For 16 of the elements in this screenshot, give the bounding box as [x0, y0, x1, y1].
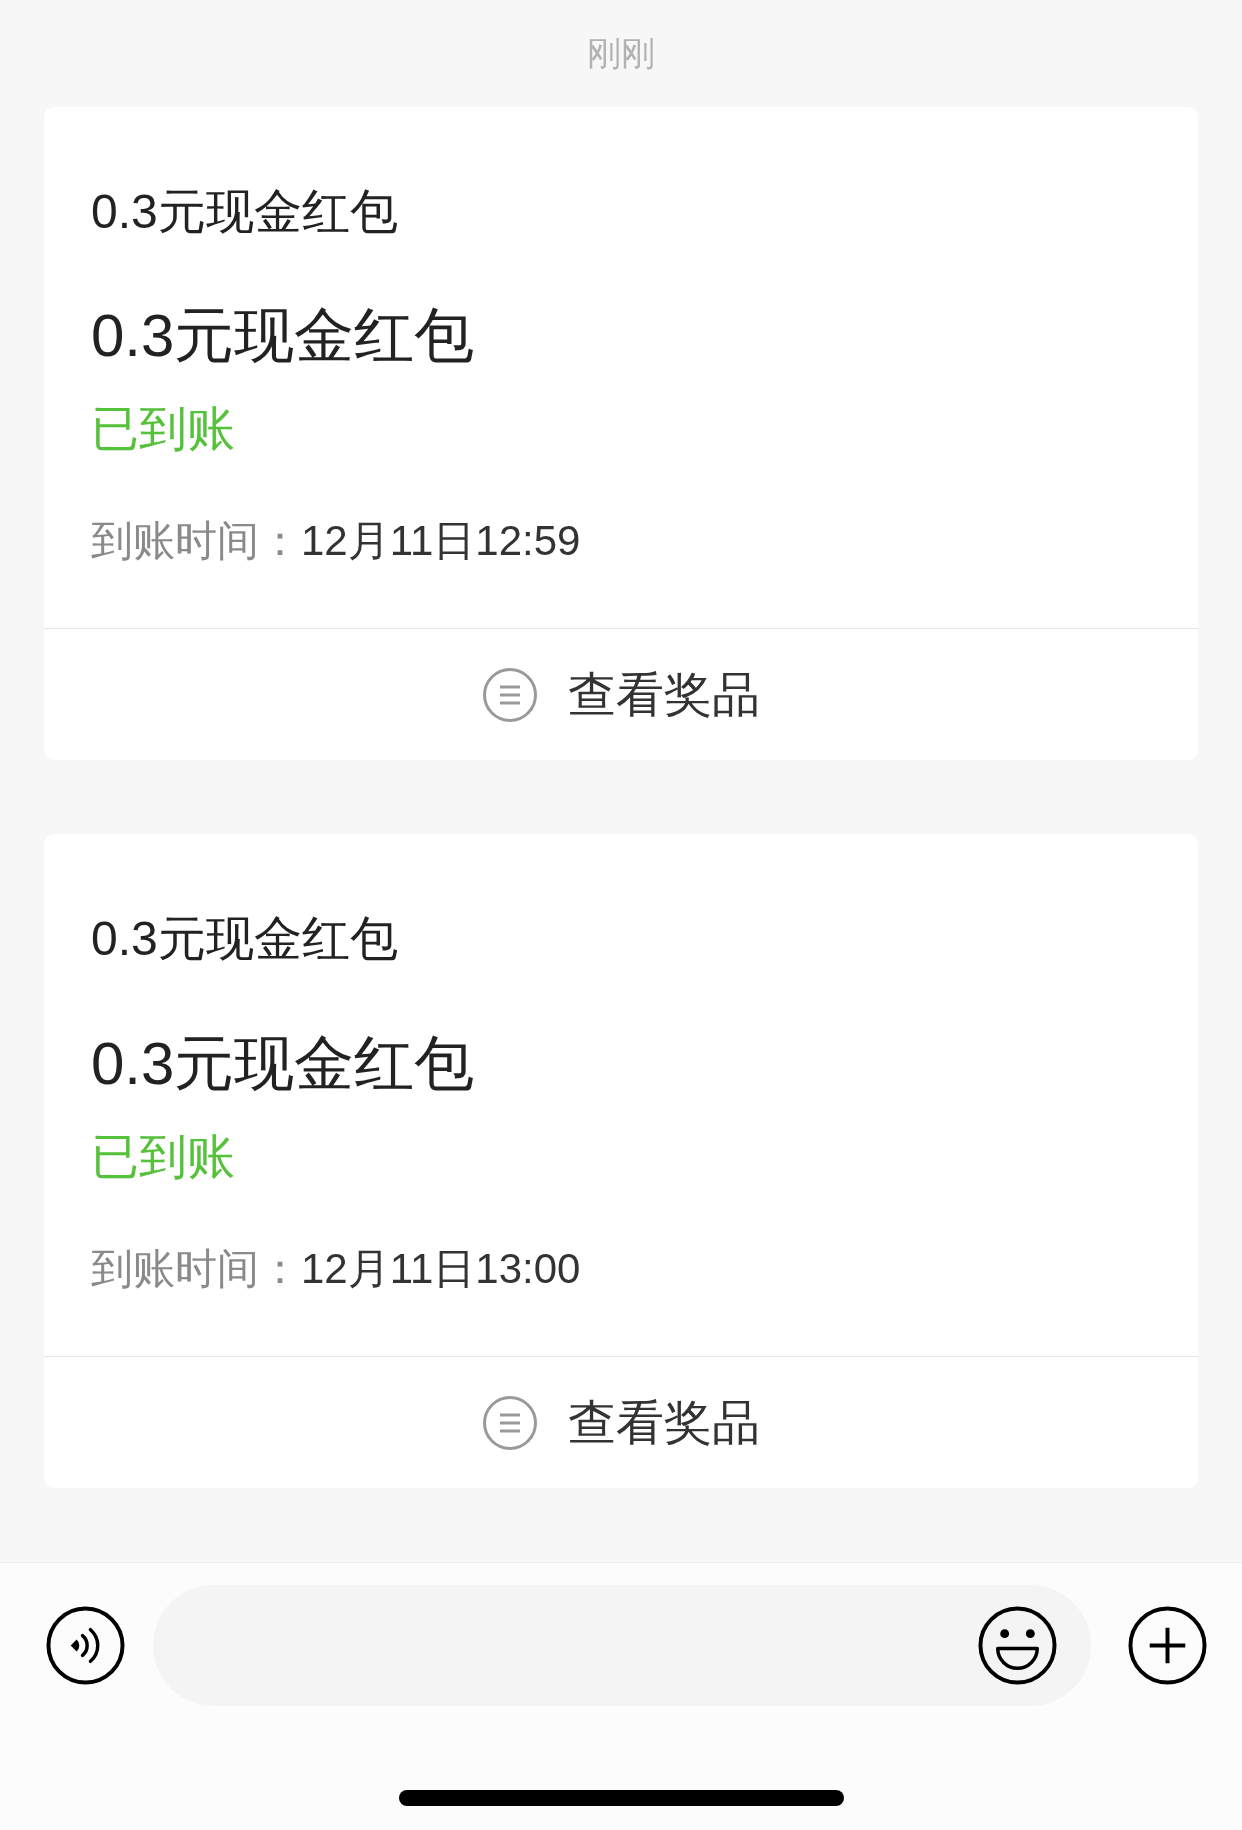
plus-icon[interactable] — [1128, 1606, 1207, 1685]
voice-icon[interactable] — [46, 1606, 125, 1685]
list-icon — [482, 1395, 537, 1450]
timestamp: 刚刚 — [587, 33, 655, 74]
status-text: 已到账 — [91, 1129, 236, 1185]
card-heading: 0.3元现金红包 — [91, 911, 399, 968]
card-heading: 0.3元现金红包 — [91, 183, 399, 240]
list-icon — [482, 667, 537, 722]
time-value: 12月11日12:59 — [301, 516, 581, 567]
status-text: 已到账 — [91, 401, 236, 458]
time-value: 12月11日13:00 — [301, 1243, 581, 1294]
prize-name: 0.3元现金红包 — [91, 301, 476, 372]
prize-name: 0.3元现金红包 — [91, 1029, 476, 1099]
emoji-icon[interactable] — [978, 1606, 1057, 1685]
time-label: 到账时间： — [91, 1243, 301, 1294]
time-label: 到账时间： — [91, 516, 301, 567]
